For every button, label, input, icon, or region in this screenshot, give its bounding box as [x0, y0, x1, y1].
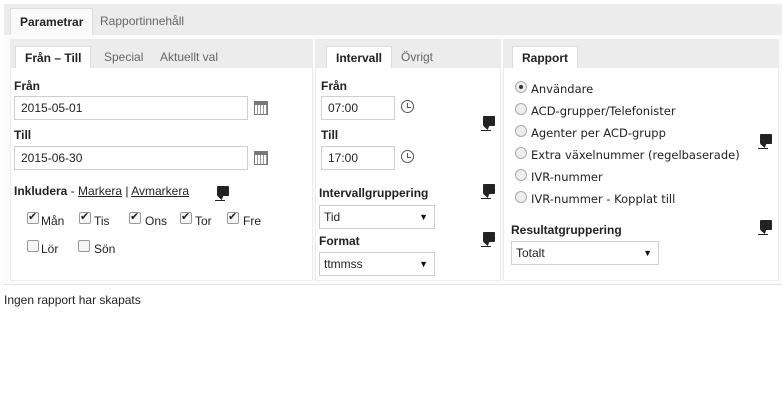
comment-icon[interactable]: [758, 134, 772, 149]
radio-agenter[interactable]: [515, 125, 527, 137]
radio-label-ivr-nummer: IVR-nummer: [531, 170, 603, 184]
tab-intervall[interactable]: Intervall: [326, 46, 393, 68]
from-date-input[interactable]: 2015-05-01: [14, 96, 248, 120]
checkbox-fre[interactable]: [227, 210, 239, 224]
checkbox-man[interactable]: [27, 210, 39, 224]
comment-icon[interactable]: [481, 232, 495, 247]
checkbox-lor[interactable]: [27, 240, 39, 252]
tab-rapport[interactable]: Rapport: [512, 46, 578, 68]
interval-from-input[interactable]: 07:00: [321, 96, 395, 120]
comment-icon[interactable]: [215, 186, 229, 201]
calendar-icon[interactable]: [254, 101, 268, 115]
checkbox-tor[interactable]: [180, 210, 192, 224]
include-dash: -: [70, 184, 75, 198]
comment-icon[interactable]: [758, 220, 772, 235]
result-grouping-value: Totalt: [516, 246, 545, 260]
clock-icon[interactable]: [401, 100, 414, 113]
checkbox-ons[interactable]: [129, 210, 141, 224]
mark-all-link[interactable]: Markera: [78, 184, 122, 198]
day-label-ons: Ons: [145, 214, 168, 228]
chevron-down-icon: ▼: [643, 248, 652, 258]
day-label-fre: Fre: [243, 214, 261, 228]
radio-anvandare[interactable]: [515, 81, 527, 93]
radio-extra-vaxelnummer[interactable]: [515, 147, 527, 159]
checkbox-tis[interactable]: [79, 210, 91, 224]
to-date-input[interactable]: 2015-06-30: [14, 146, 248, 170]
interval-panel: Intervall Övrigt Från 07:00 Till 17:00 I…: [315, 39, 501, 281]
clock-icon[interactable]: [401, 150, 414, 163]
top-tab-bar: Parametrar Rapportinnehåll: [4, 4, 782, 35]
interval-to-input[interactable]: 17:00: [321, 146, 395, 170]
interval-from-label: Från: [321, 79, 348, 93]
from-date-label: Från: [14, 79, 41, 93]
radio-acd-grupper[interactable]: [515, 103, 527, 115]
format-select[interactable]: ttmmss ▼: [319, 252, 435, 276]
parameters-content: Från – Till Special Aktuellt val Från 20…: [4, 35, 782, 285]
comment-icon[interactable]: [481, 184, 495, 199]
tab-aktuellt-val[interactable]: Aktuellt val: [151, 46, 227, 68]
day-label-man: Mån: [41, 214, 65, 228]
chevron-down-icon: ▼: [419, 259, 428, 269]
format-value: ttmmss: [324, 257, 363, 271]
date-panel: Från – Till Special Aktuellt val Från 20…: [10, 39, 313, 281]
report-panel: Rapport Användare ACD-grupper/Telefonist…: [503, 39, 779, 281]
radio-label-anvandare: Användare: [531, 82, 594, 96]
radio-label-ivr-kopplat: IVR-nummer - Kopplat till: [531, 192, 676, 206]
report-panel-tabbar: Rapport: [504, 40, 778, 68]
result-grouping-label: Resultatgruppering: [511, 223, 622, 237]
checkbox-son[interactable]: [78, 240, 90, 252]
calendar-icon[interactable]: [254, 151, 268, 165]
tab-rapportinnehall[interactable]: Rapportinnehåll: [91, 8, 193, 35]
result-grouping-select[interactable]: Totalt ▼: [511, 241, 659, 265]
interval-to-label: Till: [321, 128, 339, 142]
tab-fran-till[interactable]: Från – Till: [15, 46, 92, 68]
include-row: Inkludera - Markera | Avmarkera: [14, 184, 189, 198]
include-separator: |: [125, 184, 129, 198]
format-label: Format: [319, 234, 360, 248]
tab-parametrar[interactable]: Parametrar: [10, 8, 94, 35]
unmark-all-link[interactable]: Avmarkera: [131, 184, 189, 198]
include-label: Inkludera: [14, 184, 68, 198]
interval-grouping-value: Tid: [324, 210, 341, 224]
radio-label-agenter: Agenter per ACD-grupp: [531, 126, 666, 140]
tab-special[interactable]: Special: [95, 46, 152, 68]
report-status-text: Ingen rapport har skapats: [4, 293, 141, 307]
to-date-label: Till: [14, 128, 32, 142]
tab-ovrigt[interactable]: Övrigt: [392, 46, 442, 68]
radio-ivr-nummer[interactable]: [515, 169, 527, 181]
radio-ivr-kopplat[interactable]: [515, 191, 527, 203]
day-label-lor: Lör: [41, 242, 59, 256]
day-label-tis: Tis: [94, 214, 110, 228]
day-label-tor: Tor: [195, 214, 212, 228]
comment-icon[interactable]: [481, 116, 495, 131]
radio-label-extra-vaxelnummer: Extra växelnummer (regelbaserade): [531, 148, 740, 162]
day-label-son: Sön: [94, 242, 116, 256]
radio-label-acd-grupper: ACD-grupper/Telefonister: [531, 104, 676, 118]
interval-grouping-select[interactable]: Tid ▼: [319, 205, 435, 229]
date-panel-tabbar: Från – Till Special Aktuellt val: [11, 40, 312, 68]
interval-panel-tabbar: Intervall Övrigt: [316, 40, 500, 68]
chevron-down-icon: ▼: [419, 212, 428, 222]
interval-grouping-label: Intervallgruppering: [319, 186, 429, 200]
